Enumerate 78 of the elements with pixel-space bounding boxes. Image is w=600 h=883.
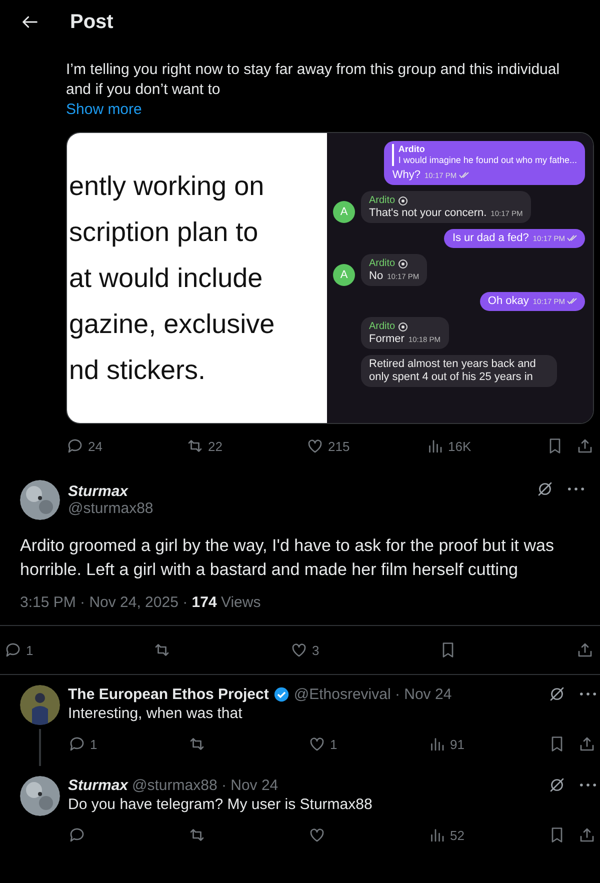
page-title: Post <box>70 10 114 34</box>
like-button[interactable]: 215 <box>306 437 426 455</box>
reply-count: 1 <box>26 642 34 658</box>
like-button[interactable]: 1 <box>308 735 428 753</box>
document-text: scription plan to <box>69 216 260 249</box>
user-handle[interactable]: @sturmax88 <box>68 500 154 517</box>
reply-count: 1 <box>90 736 98 752</box>
user-handle[interactable]: @sturmax88 · Nov 24 <box>132 776 278 794</box>
repost-button[interactable] <box>152 641 171 659</box>
display-name[interactable]: The European Ethos Project <box>68 686 269 702</box>
views-icon <box>428 735 446 753</box>
show-more-link[interactable]: Show more <box>66 100 142 120</box>
views-button[interactable]: 91 <box>428 735 548 753</box>
like-count: 1 <box>330 736 338 752</box>
post-text: Ardito groomed a girl by the way, I'd have to ask for the proof but it was horrible. Left a girl with a bastard and made her film herself cutting <box>20 535 555 581</box>
heart-icon <box>308 735 326 753</box>
avatar[interactable] <box>20 776 60 816</box>
repost-icon <box>188 735 206 753</box>
reply-icon <box>66 437 84 455</box>
repost-count: 22 <box>208 438 222 454</box>
more-icon[interactable] <box>580 783 596 787</box>
reply-button[interactable]: 24 <box>66 437 186 455</box>
heart-icon <box>306 437 324 455</box>
document-text: gazine, exclusive <box>69 308 276 341</box>
user-handle[interactable]: @Ethosrevival · Nov 24 <box>294 686 452 702</box>
like-count: 3 <box>312 642 320 658</box>
post-timestamp: 3:15 PM · Nov 24, 2025 · 174 Views <box>20 594 262 611</box>
slashed-circle-icon <box>536 480 554 498</box>
chat-bubble: Retired almost ten years back and only spent 4 out of his 25 years in <box>361 355 557 387</box>
reply-count: 24 <box>88 438 102 454</box>
share-icon <box>576 641 594 659</box>
heart-icon <box>308 826 326 844</box>
heart-icon <box>290 641 308 659</box>
chat-screenshot[interactable] <box>66 132 594 424</box>
avatar: A <box>333 264 355 286</box>
document-text: nd stickers. <box>69 354 207 387</box>
reply-icon <box>4 641 22 659</box>
sender-name: Ardito <box>369 320 396 333</box>
reply-icon <box>68 735 86 753</box>
share-button[interactable] <box>578 735 596 753</box>
views-count: 91 <box>450 736 464 752</box>
display-name[interactable]: Sturmax <box>68 483 154 500</box>
reply-text: Interesting, when was that <box>68 705 244 722</box>
avatar: A <box>333 201 355 223</box>
slashed-circle-icon <box>548 776 566 794</box>
sender-name: Ardito <box>369 194 396 207</box>
views-icon <box>428 826 446 844</box>
share-icon <box>578 735 596 753</box>
views-button[interactable]: 52 <box>428 826 548 844</box>
views-icon <box>426 437 444 455</box>
reply-button[interactable]: 1 <box>68 735 188 753</box>
document-text: ently working on <box>69 170 266 203</box>
like-count: 215 <box>328 438 350 454</box>
repost-button[interactable]: 22 <box>186 437 306 455</box>
like-button[interactable]: 3 <box>290 641 320 659</box>
sender-name: Ardito <box>369 257 396 270</box>
views-count: 52 <box>450 828 464 842</box>
slashed-circle-icon <box>548 685 566 703</box>
reply-text: Do you have telegram? My user is Sturmax88 <box>68 796 374 813</box>
repost-icon <box>152 641 171 659</box>
reply-icon <box>68 826 86 844</box>
quoted-message: Ardito I would imagine he found out who my fathe... <box>392 144 577 166</box>
share-button[interactable] <box>578 826 596 844</box>
reply-button[interactable]: 1 <box>4 641 34 659</box>
repost-icon <box>186 437 204 455</box>
share-button[interactable] <box>576 437 594 455</box>
share-icon <box>578 826 596 844</box>
display-name[interactable]: Sturmax <box>68 776 128 794</box>
more-icon[interactable] <box>568 487 584 491</box>
avatar[interactable] <box>20 480 60 520</box>
share-icon <box>576 437 594 455</box>
share-button[interactable] <box>576 641 594 659</box>
views-button[interactable]: 16K <box>426 437 546 455</box>
document-text: at would include <box>69 262 264 295</box>
more-icon[interactable] <box>580 692 596 696</box>
views-count: 16K <box>448 438 472 454</box>
post-text: I’m telling you right now to stay far away from this group and this individual and if you don’t want to <box>66 60 561 100</box>
repost-icon <box>188 826 206 844</box>
